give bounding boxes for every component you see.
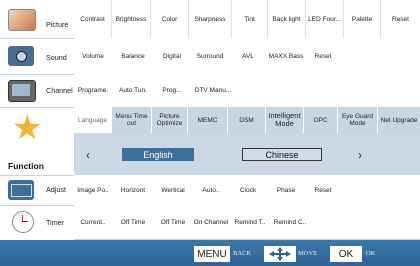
language-option-english[interactable]: English — [122, 148, 194, 161]
option-off-time-2[interactable]: Off Time — [154, 205, 192, 239]
back-hint-text: BACK — [233, 250, 252, 257]
left-menu-panel: Picture Sound Channel ★ Function Adjust … — [0, 0, 74, 240]
option-net-upgrade[interactable]: Net Upgrade — [378, 107, 420, 133]
option-auto[interactable]: Auto.. — [192, 175, 230, 205]
option-off-time[interactable]: Off Time — [112, 205, 154, 239]
option-led-four[interactable]: LED Four... — [306, 0, 344, 38]
picture-icon — [8, 9, 36, 31]
language-option-chinese[interactable]: Chinese — [242, 148, 322, 161]
option-brightness[interactable]: Brightness — [112, 0, 151, 38]
option-sharpness[interactable]: Sharpness — [189, 0, 232, 38]
option-prog[interactable]: Prog... — [154, 74, 190, 107]
option-dtv-manu[interactable]: DTV Manu... — [190, 74, 236, 107]
sidebar-item-timer[interactable]: Timer — [0, 205, 74, 239]
option-programe[interactable]: Programe. — [74, 74, 112, 107]
option-reset[interactable]: Reset — [306, 38, 340, 74]
ok-hint-text: OK — [366, 250, 376, 257]
function-panel: Language Menu Time out Picture Optimize … — [74, 107, 420, 175]
option-remind-t[interactable]: Remind T.. — [230, 205, 270, 239]
move-hint-text: MOVE — [298, 250, 318, 257]
language-selector: ‹ English Chinese › — [74, 133, 420, 175]
adjust-options-row: Image Po.. Horizont Wertical Auto.. Cloc… — [74, 175, 420, 206]
option-contrast[interactable]: Contrast — [74, 0, 112, 38]
option-on-channel[interactable]: On Channel — [192, 205, 230, 239]
sidebar-item-channel[interactable]: Channel — [0, 74, 74, 108]
option-phase[interactable]: Phase — [266, 175, 306, 205]
option-eye-guard-mode[interactable]: Eye Guard Mode — [338, 107, 378, 133]
channel-icon — [8, 80, 36, 102]
option-menu-time-out[interactable]: Menu Time out — [112, 107, 152, 133]
option-volume[interactable]: Volume — [74, 38, 112, 74]
chevron-right-icon[interactable]: › — [358, 148, 362, 162]
chevron-left-icon[interactable]: ‹ — [86, 148, 90, 162]
option-current[interactable]: Current.. — [74, 205, 112, 239]
sound-options-row: Volume Balance Digital Surround AVL MAXX… — [74, 38, 420, 75]
ok-key[interactable]: OK — [330, 246, 362, 262]
function-options-row: Language Menu Time out Picture Optimize … — [74, 107, 420, 133]
option-memc[interactable]: MEMC — [188, 107, 228, 133]
option-language[interactable]: Language — [74, 107, 112, 133]
option-intelligent-mode[interactable]: Intelligent Mode — [266, 107, 304, 133]
option-color[interactable]: Color — [151, 0, 189, 38]
option-maxx-bass[interactable]: MAXX Bass — [266, 38, 306, 74]
menu-key[interactable]: MENU — [194, 246, 230, 262]
picture-options-row: Contrast Brightness Color Sharpness Tint… — [74, 0, 420, 39]
option-tint[interactable]: Tint — [232, 0, 268, 38]
option-wertical[interactable]: Wertical — [154, 175, 192, 205]
sidebar-item-label: Adjust — [46, 185, 66, 194]
sidebar-item-function[interactable]: ★ Function — [0, 107, 74, 176]
option-palette[interactable]: Palette — [344, 0, 381, 38]
adjust-icon — [8, 180, 34, 200]
option-opc[interactable]: OPC — [304, 107, 338, 133]
option-auto-tun[interactable]: Auto Tun. — [112, 74, 154, 107]
option-surround[interactable]: Surround — [190, 38, 230, 74]
option-image-po[interactable]: Image Po.. — [74, 175, 112, 205]
sidebar-item-adjust[interactable]: Adjust — [0, 175, 74, 206]
option-horizont[interactable]: Horizont — [112, 175, 154, 205]
timer-options-row: Current.. Off Time Off Time On Channel R… — [74, 205, 420, 240]
option-reset[interactable]: Reset — [381, 0, 420, 38]
option-digital[interactable]: Digital — [154, 38, 190, 74]
clock-icon — [12, 211, 34, 233]
channel-options-row: Programe. Auto Tun. Prog... DTV Manu... — [74, 74, 420, 108]
sidebar-item-sound[interactable]: Sound — [0, 38, 74, 75]
option-avl[interactable]: AVL — [230, 38, 266, 74]
option-balance[interactable]: Balance — [112, 38, 154, 74]
option-picture-optimize[interactable]: Picture Optimize — [152, 107, 188, 133]
option-remind-c[interactable]: Remind C.. — [270, 205, 310, 239]
star-wand-icon: ★ — [12, 109, 43, 147]
option-back-light[interactable]: Back light — [268, 0, 306, 38]
option-clock[interactable]: Clock — [230, 175, 266, 205]
sidebar-item-label: Timer — [46, 218, 65, 227]
sidebar-item-label: Channel — [46, 86, 73, 95]
option-reset[interactable]: Reset — [306, 175, 340, 205]
move-arrows-icon[interactable] — [264, 246, 296, 262]
bottom-hint-bar: MENU BACK MOVE OK OK — [0, 240, 420, 266]
sidebar-item-label: Sound — [46, 53, 67, 62]
sidebar-item-picture[interactable]: Picture — [0, 0, 74, 39]
sidebar-item-label: Function — [8, 161, 44, 171]
sidebar-item-label: Picture — [46, 20, 69, 29]
option-dsm[interactable]: DSM — [228, 107, 266, 133]
speaker-icon — [8, 46, 34, 66]
